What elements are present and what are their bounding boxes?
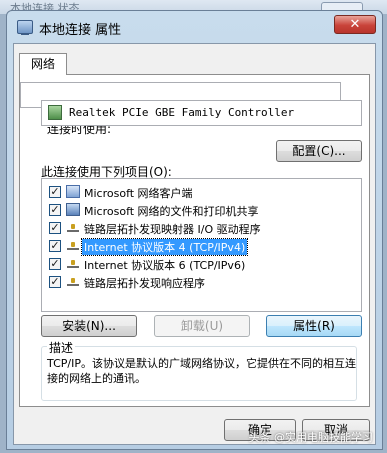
list-item[interactable]: ✓ Microsoft 网络的文件和打印机共享 — [42, 201, 361, 219]
item-checkbox[interactable]: ✓ — [49, 204, 61, 216]
adapter-display[interactable]: Realtek PCIe GBE Family Controller — [41, 100, 362, 126]
install-button[interactable]: 安装(N)... — [41, 315, 137, 337]
uninstall-button[interactable]: 卸载(U) — [154, 315, 250, 337]
description-title: 描述 — [47, 339, 76, 356]
item-label: Microsoft 网络的文件和打印机共享 — [84, 205, 259, 218]
list-item-selected[interactable]: ✓ Internet 协议版本 4 (TCP/IPv4) — [42, 237, 361, 256]
dialog-title: 本地连接 属性 — [39, 23, 122, 38]
item-label: Internet 协议版本 6 (TCP/IPv6) — [84, 259, 246, 272]
protocol-icon — [66, 257, 80, 270]
list-item[interactable]: ✓ 链路层拓扑发现映射器 I/O 驱动程序 — [42, 219, 361, 237]
item-label: 链路层拓扑发现响应程序 — [84, 277, 205, 290]
dialog-client-area: 网络 连接时使用: Realtek PCIe GBE Family Contro… — [13, 43, 376, 445]
item-checkbox[interactable]: ✓ — [49, 240, 61, 252]
tab-networking[interactable]: 网络 — [19, 53, 67, 75]
file-printer-sharing-icon — [66, 203, 80, 216]
titlebar: 本地连接 属性 ✕ — [7, 11, 382, 43]
item-checkbox[interactable]: ✓ — [49, 276, 61, 288]
close-button[interactable]: ✕ — [334, 15, 376, 34]
watermark: 头条 @实用电脑技能学习 — [248, 431, 374, 444]
network-client-icon — [66, 185, 80, 198]
list-item[interactable]: ✓ Microsoft 网络客户端 — [42, 183, 361, 201]
network-adapter-icon — [48, 105, 62, 120]
properties-dialog: 本地连接 属性 ✕ 网络 连接时使用: Realtek PCIe GBE Fam… — [6, 10, 383, 450]
configure-button[interactable]: 配置(C)... — [276, 140, 362, 162]
item-label: 链路层拓扑发现映射器 I/O 驱动程序 — [84, 223, 261, 236]
components-list[interactable]: ✓ Microsoft 网络客户端 ✓ Microsoft 网络的文件和打印机共… — [41, 178, 362, 312]
item-checkbox[interactable]: ✓ — [49, 222, 61, 234]
list-item[interactable]: ✓ Internet 协议版本 6 (TCP/IPv6) — [42, 255, 361, 273]
protocol-icon — [66, 221, 80, 234]
item-label: Internet 协议版本 4 (TCP/IPv4) — [80, 238, 249, 256]
protocol-icon — [66, 239, 80, 252]
network-connection-icon — [17, 20, 33, 35]
properties-button[interactable]: 属性(R) — [266, 315, 362, 337]
protocol-icon — [66, 275, 80, 288]
item-checkbox[interactable]: ✓ — [49, 258, 61, 270]
item-checkbox[interactable]: ✓ — [49, 186, 61, 198]
adapter-name: Realtek PCIe GBE Family Controller — [69, 106, 295, 119]
item-label: Microsoft 网络客户端 — [84, 187, 193, 200]
list-item[interactable]: ✓ 链路层拓扑发现响应程序 — [42, 273, 361, 291]
description-text: TCP/IP。该协议是默认的广域网络协议，它提供在不同的相互连接的网络上的通讯。 — [47, 357, 356, 385]
